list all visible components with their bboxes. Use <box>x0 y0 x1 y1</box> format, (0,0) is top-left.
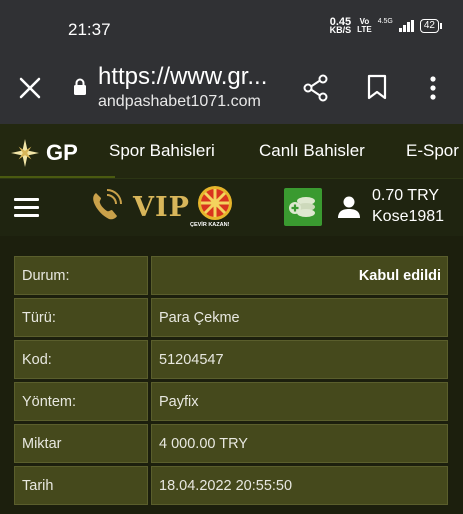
battery-level: 42 <box>423 20 435 31</box>
nav-sport-betting[interactable]: Spor Bahisleri <box>109 141 215 161</box>
method-value: Payfix <box>151 382 448 421</box>
transaction-details: Durum: Kabul edildi Türü: Para Çekme Kod… <box>14 256 448 508</box>
user-toolbar: VIP ÇEVİR KAZAN! 0.70 TRY Kose1981 <box>0 178 463 236</box>
signal-icon <box>398 20 414 32</box>
table-row: Tarih 18.04.2022 20:55:50 <box>14 466 448 505</box>
account-balance: 0.70 TRY <box>372 187 440 204</box>
code-label: Kod: <box>14 340 148 379</box>
fortune-wheel-icon[interactable] <box>197 185 233 221</box>
table-row: Türü: Para Çekme <box>14 298 448 337</box>
table-row: Yöntem: Payfix <box>14 382 448 421</box>
status-label: Durum: <box>14 256 148 295</box>
battery-icon: 42 <box>419 19 443 33</box>
status-bar: 21:37 0.45 KB/S Vo LTE 4.5G 42 <box>0 0 463 50</box>
network-speed-unit: KB/S <box>329 25 352 35</box>
phone-icon[interactable] <box>88 189 122 223</box>
table-row: Miktar 4 000.00 TRY <box>14 424 448 463</box>
bookmark-icon[interactable] <box>367 74 387 100</box>
coins-plus-icon <box>289 197 315 217</box>
status-indicators: 0.45 KB/S Vo LTE 4.5G 42 <box>329 17 443 35</box>
logo-text: GP <box>46 140 78 165</box>
vip-label[interactable]: VIP <box>133 192 190 223</box>
status-value: Kabul edildi <box>151 256 448 295</box>
more-vert-icon[interactable] <box>425 74 441 102</box>
volte-icon: Vo LTE <box>357 17 372 34</box>
code-value: 51204547 <box>151 340 448 379</box>
close-icon[interactable] <box>18 76 42 100</box>
hamburger-menu-icon[interactable] <box>14 198 39 217</box>
amount-value: 4 000.00 TRY <box>151 424 448 463</box>
nav-live-betting[interactable]: Canlı Bahisler <box>259 141 365 161</box>
network-speed: 0.45 KB/S <box>329 17 352 35</box>
url-text[interactable]: https://www.gr... <box>98 63 267 91</box>
table-row: Durum: Kabul edildi <box>14 256 448 295</box>
network-type-label: 4.5G <box>377 17 393 25</box>
wheel-label: ÇEVİR KAZAN! <box>190 222 230 228</box>
method-label: Yöntem: <box>14 382 148 421</box>
type-value: Para Çekme <box>151 298 448 337</box>
star-logo-icon <box>11 139 39 167</box>
date-label: Tarih <box>14 466 148 505</box>
status-time: 21:37 <box>68 20 111 39</box>
type-label: Türü: <box>14 298 148 337</box>
table-row: Kod: 51204547 <box>14 340 448 379</box>
account-username[interactable]: Kose1981 <box>372 208 444 226</box>
site-logo[interactable]: GP <box>10 138 78 168</box>
cashier-button[interactable] <box>284 188 322 226</box>
share-icon[interactable] <box>303 74 329 102</box>
browser-toolbar: https://www.gr... andpashabet1071.com <box>0 50 463 124</box>
lock-icon <box>74 78 86 95</box>
amount-label: Miktar <box>14 424 148 463</box>
user-icon[interactable] <box>337 195 361 219</box>
nav-esports[interactable]: E-Spor <box>406 141 459 161</box>
date-value: 18.04.2022 20:55:50 <box>151 466 448 505</box>
site-nav: GP Spor Bahisleri Canlı Bahisler E-Spor <box>0 124 463 178</box>
url-domain[interactable]: andpashabet1071.com <box>98 93 261 111</box>
